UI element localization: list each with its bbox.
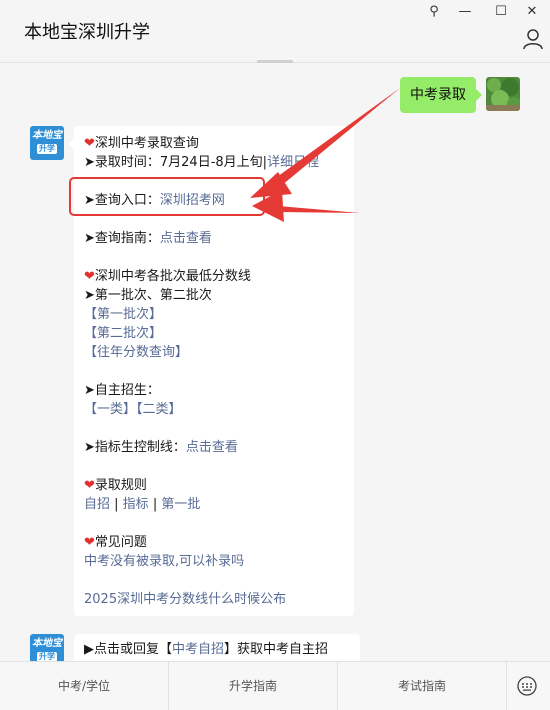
section-heading: ❤录取规则 bbox=[84, 478, 147, 493]
bottom-menu: 中考/学位 升学指南 考试指南 bbox=[0, 661, 550, 710]
user-avatar[interactable] bbox=[486, 77, 520, 111]
faq-supplementary-link[interactable]: 中考没有被录取,可以补录吗 bbox=[84, 552, 244, 571]
user-icon[interactable] bbox=[522, 28, 544, 50]
section-heading: ❤深圳中考录取查询 bbox=[84, 136, 199, 151]
admission-rules-links: 自招 | 指标 | 第一批 bbox=[84, 497, 201, 512]
tab-middle-school-exam[interactable]: 中考/学位 bbox=[0, 662, 168, 710]
close-button[interactable]: ✕ bbox=[518, 2, 546, 22]
minimize-button[interactable]: — bbox=[451, 2, 479, 22]
self-enroll-link[interactable]: 自招 bbox=[84, 497, 110, 512]
quota-view-link[interactable]: 点击查看 bbox=[186, 440, 238, 455]
heart-icon: ❤ bbox=[84, 136, 95, 151]
past-scores-link[interactable]: 【往年分数查询】 bbox=[84, 343, 188, 362]
heart-icon: ❤ bbox=[84, 535, 95, 550]
guide-view-link[interactable]: 点击查看 bbox=[160, 231, 212, 246]
heart-icon: ❤ bbox=[84, 478, 95, 493]
category-two-link[interactable]: 【二类】 bbox=[136, 402, 182, 417]
title-bar: 本地宝深圳升学 ⚲ — ☐ ✕ bbox=[0, 0, 550, 63]
heart-icon: ❤ bbox=[84, 269, 95, 284]
category-one-link[interactable]: 【一类】 bbox=[84, 402, 136, 417]
tab-promotion-guide[interactable]: 升学指南 bbox=[169, 662, 337, 710]
reply-hint-line: ▶点击或回复【中考自招】获取中考自主招 bbox=[84, 642, 329, 657]
independent-enrollment-line: ➤自主招生： bbox=[84, 383, 160, 398]
pin-icon[interactable]: ⚲ bbox=[420, 2, 448, 22]
quota-control-line: ➤指标生控制线：点击查看 bbox=[84, 440, 238, 455]
second-batch-link[interactable]: 【第二批次】 bbox=[84, 324, 162, 343]
first-batch-link[interactable]: 【第一批次】 bbox=[84, 305, 162, 324]
tab-exam-guide[interactable]: 考试指南 bbox=[338, 662, 506, 710]
independent-enrollment-links: 【一类】【二类】 bbox=[84, 400, 182, 419]
maximize-button[interactable]: ☐ bbox=[487, 2, 515, 22]
user-message-bubble[interactable]: 中考录取 bbox=[400, 77, 482, 113]
query-guide-line: ➤查询指南：点击查看 bbox=[84, 231, 212, 246]
batches-line: ➤第一批次、第二批次 bbox=[84, 288, 212, 303]
first-batch-rule-link[interactable]: 第一批 bbox=[161, 497, 200, 512]
faq-score-release-link[interactable]: 2025深圳中考分数线什么时候公布 bbox=[84, 590, 286, 609]
quota-link[interactable]: 指标 bbox=[123, 497, 149, 512]
admission-time-line: ➤录取时间：7月24日-8月上旬|详细日程 bbox=[84, 155, 320, 170]
window-title: 本地宝深圳升学 bbox=[24, 22, 150, 43]
bot-message-bubble-2: ▶点击或回复【中考自招】获取中考自主招 bbox=[74, 634, 360, 664]
scroll-indicator[interactable] bbox=[257, 60, 293, 63]
highlight-box bbox=[69, 177, 265, 216]
bot-avatar[interactable]: 本地宝 升学 bbox=[30, 126, 64, 160]
section-heading: ❤常见问题 bbox=[84, 535, 147, 550]
schedule-link[interactable]: 详细日程 bbox=[267, 155, 319, 170]
self-enroll-keyword-link[interactable]: 中考自招 bbox=[172, 642, 224, 657]
keyboard-icon[interactable] bbox=[517, 676, 537, 696]
section-heading: ❤深圳中考各批次最低分数线 bbox=[84, 269, 251, 284]
